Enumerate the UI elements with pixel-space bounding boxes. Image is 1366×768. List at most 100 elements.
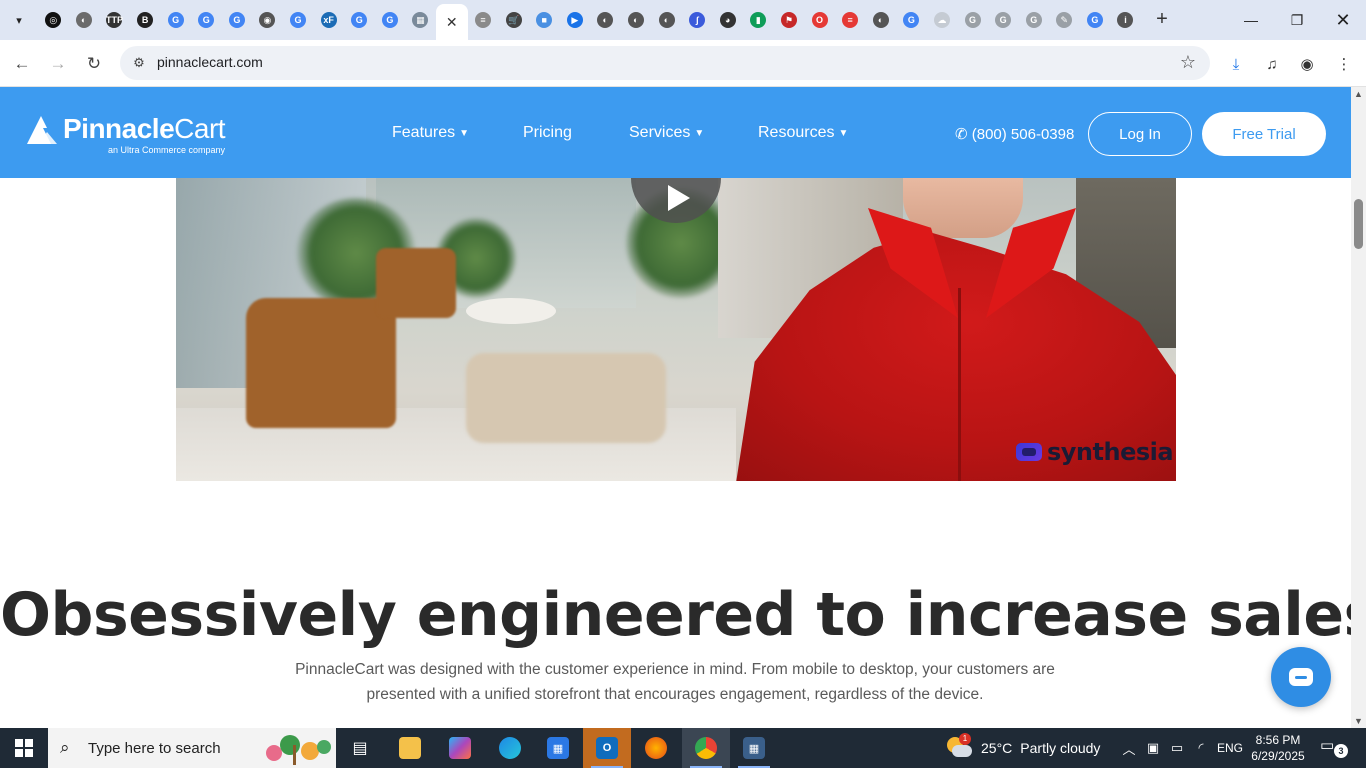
tab-google[interactable]: G [1080,0,1111,40]
tab-flag[interactable]: ▶ [560,0,591,40]
bookmark-star-icon[interactable]: ☆ [1180,52,1196,73]
tab-chatgpt[interactable]: ◎ [38,0,69,40]
nav-services-label: Services [629,124,691,141]
copilot-button[interactable] [436,728,484,768]
site-settings-icon[interactable]: ⚙ [130,54,148,72]
chrome-button[interactable] [682,728,730,768]
tab-google[interactable]: G [375,0,406,40]
nav-services[interactable]: Services ▼ [629,124,704,142]
nav-features[interactable]: Features ▼ [392,124,469,142]
notification-center-button[interactable]: ▭ 3 [1320,736,1350,760]
file-explorer-button[interactable] [386,728,434,768]
scrollbar-thumb[interactable] [1354,199,1363,249]
reload-icon[interactable]: ↻ [80,50,108,78]
tab-opera[interactable]: O [804,0,835,40]
address-bar[interactable]: ⚙ pinnaclecart.com ☆ [120,46,1210,80]
taskbar-search[interactable]: ⌕ Type here to search [48,728,336,768]
tab-eye[interactable]: ◕ [712,0,743,40]
phone-number: (800) 506-0398 [971,126,1075,143]
task-view-button[interactable]: ▤ [336,728,384,768]
taskbar-clock[interactable]: 8:56 PM 6/29/2025 [1246,732,1310,764]
url-text[interactable]: pinnaclecart.com [157,54,263,70]
tab-globe[interactable]: ◐ [651,0,682,40]
store-icon: ▦ [547,737,569,759]
tab-folder[interactable]: ■ [529,0,560,40]
notification-icon: ▭ [1320,737,1335,754]
profile-icon[interactable]: ◉ [1295,52,1319,76]
language-indicator[interactable]: ENG [1214,728,1246,768]
tab-google[interactable]: G [222,0,253,40]
tab-search-icon[interactable]: ▾ [6,8,32,32]
tab-google[interactable]: G [191,0,222,40]
tab-globe[interactable]: ◐ [590,0,621,40]
new-tab-button[interactable]: + [1150,8,1174,32]
start-button[interactable] [0,728,48,768]
tab-stripes[interactable]: ≡ [835,0,866,40]
media-control-icon[interactable]: ♫ [1260,52,1284,76]
copilot-icon [449,737,471,759]
scroll-down-icon[interactable]: ▼ [1354,716,1363,726]
ttp-icon: TTP [106,12,123,28]
back-arrow-icon[interactable]: ← [8,50,36,78]
tab-cart[interactable]: 🛒 [498,0,529,40]
pinnaclecart-logo[interactable]: PinnacleCart an Ultra Commerce company [25,111,240,161]
tab-active[interactable]: ✕ [435,4,468,40]
tab-google[interactable]: G [988,0,1019,40]
battery-icon[interactable]: ▭ [1166,728,1188,768]
tab-cloud[interactable]: ☁ [927,0,958,40]
outlook-icon: O [596,737,618,759]
menu-kebab-icon[interactable]: ⋮ [1332,52,1356,76]
tab-ttp[interactable]: TTP [99,0,130,40]
tab-google[interactable]: G [1018,0,1049,40]
tab-flag-red[interactable]: ⚑ [774,0,805,40]
meet-now-icon[interactable]: ▣ [1142,728,1164,768]
globe-dark-icon: ◉ [259,12,276,28]
firefox-button[interactable] [632,728,680,768]
phone-link[interactable]: ✆ (800) 506-0398 [955,125,1074,143]
forward-arrow-icon[interactable]: → [44,50,72,78]
minimize-button[interactable]: — [1228,0,1274,40]
google-icon: G [351,12,368,28]
tab-xf[interactable]: xF [313,0,344,40]
tab-globe-dark[interactable]: ◉ [252,0,283,40]
login-button[interactable]: Log In [1088,112,1192,156]
download-icon[interactable]: ⤓ [1224,52,1248,76]
tab-globe[interactable]: ◐ [621,0,652,40]
tab-google[interactable]: G [344,0,375,40]
scroll-up-icon[interactable]: ▲ [1354,89,1363,99]
tab-google[interactable]: G [957,0,988,40]
tab-globe[interactable]: ◐ [865,0,896,40]
google-icon: G [228,12,245,28]
tab-google[interactable]: G [283,0,314,40]
close-tab-icon[interactable]: ✕ [446,14,458,31]
weather-temp: 25°C [981,740,1013,756]
calculator-button[interactable]: ▦ [730,728,778,768]
tab-pen[interactable]: ✎ [1049,0,1080,40]
globe-icon: ◐ [872,12,889,28]
tab-doc[interactable]: ▦ [405,0,436,40]
windows-logo-icon [15,739,33,757]
chat-widget-button[interactable] [1271,647,1331,707]
tab-b-logo[interactable]: B [130,0,161,40]
outlook-button[interactable]: O [583,728,631,768]
close-window-button[interactable]: ✕ [1320,0,1366,40]
edge-button[interactable] [486,728,534,768]
free-trial-button[interactable]: Free Trial [1202,112,1326,156]
tab-chat[interactable]: ≡ [468,0,499,40]
tab-chart[interactable]: ∫ [682,0,713,40]
tab-google[interactable]: G [160,0,191,40]
nav-resources[interactable]: Resources ▼ [758,124,848,142]
tab-globe[interactable]: ◐ [69,0,100,40]
wifi-icon[interactable]: ◜ [1190,728,1212,768]
page-scrollbar[interactable]: ▲ ▼ [1351,87,1366,728]
nav-pricing[interactable]: Pricing [523,124,572,142]
tray-overflow-icon[interactable]: ︿ [1118,728,1140,768]
store-button[interactable]: ▦ [534,728,582,768]
tab-info[interactable]: i [1110,0,1141,40]
restore-button[interactable]: ❐ [1274,0,1320,40]
video-player[interactable]: synthesia [176,178,1176,481]
tab-analytics[interactable]: ▮ [743,0,774,40]
cloud-icon: ☁ [933,12,950,28]
tab-google[interactable]: G [896,0,927,40]
weather-widget[interactable]: 1 25°C Partly cloudy [947,728,1100,768]
